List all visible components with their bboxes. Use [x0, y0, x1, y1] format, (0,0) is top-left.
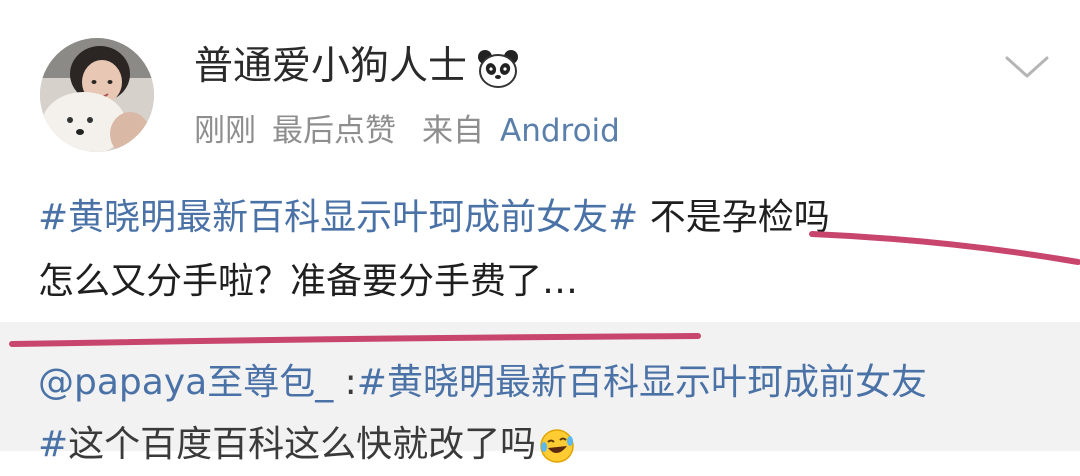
author-name[interactable]: 普通爱小狗人士: [194, 42, 519, 92]
mention-link[interactable]: @papaya至尊包_: [38, 362, 333, 403]
post-body: #黄晓明最新百科显示叶珂成前女友# 不是孕检吗 怎么又分手啦？准备要分手费了…: [38, 186, 1048, 314]
repost-box[interactable]: @papaya至尊包_ :#黄晓明最新百科显示叶珂成前女友 #这个百度百科这么快…: [0, 322, 1080, 465]
chevron-down-icon[interactable]: [1003, 52, 1051, 82]
repost-topic-link-end[interactable]: #: [38, 424, 68, 465]
topic-link[interactable]: #黄晓明最新百科显示叶珂成前女友#: [38, 197, 638, 238]
post-body-line-1: #黄晓明最新百科显示叶珂成前女友# 不是孕检吗: [38, 186, 1048, 250]
post-time: 刚刚: [194, 113, 256, 149]
post-meta: 刚刚 最后点赞 来自 Android: [194, 110, 620, 152]
laughing-crying-icon: [540, 429, 574, 463]
repost-topic-link[interactable]: #黄晓明最新百科显示叶珂成前女友: [357, 362, 927, 403]
panda-icon: [478, 49, 519, 88]
repost-body-text: 这个百度百科这么快就改了吗: [68, 424, 537, 465]
repost-separator: :: [333, 362, 357, 403]
post-body-text-1: 不是孕检吗: [638, 197, 830, 238]
avatar[interactable]: [40, 38, 154, 152]
author-name-text[interactable]: 普通爱小狗人士: [194, 44, 467, 89]
avatar-image: [40, 38, 154, 152]
repost-line-2: #这个百度百科这么快就改了吗: [38, 414, 1068, 476]
post-body-line-2: 怎么又分手啦？准备要分手费了…: [38, 261, 579, 302]
weibo-post: 普通爱小狗人士 刚刚 最后点赞 来自 Android #黄晓明最新百科显示叶珂成前女友…: [0, 0, 1080, 320]
repost-text: @papaya至尊包_ :#黄晓明最新百科显示叶珂成前女友 #这个百度百科这么快…: [38, 352, 1068, 476]
repost-line-1: @papaya至尊包_ :#黄晓明最新百科显示叶珂成前女友: [38, 352, 1068, 414]
last-liked-label: 最后点赞: [272, 113, 396, 149]
source-app[interactable]: Android: [500, 113, 620, 149]
source-prefix: 来自: [422, 113, 484, 149]
